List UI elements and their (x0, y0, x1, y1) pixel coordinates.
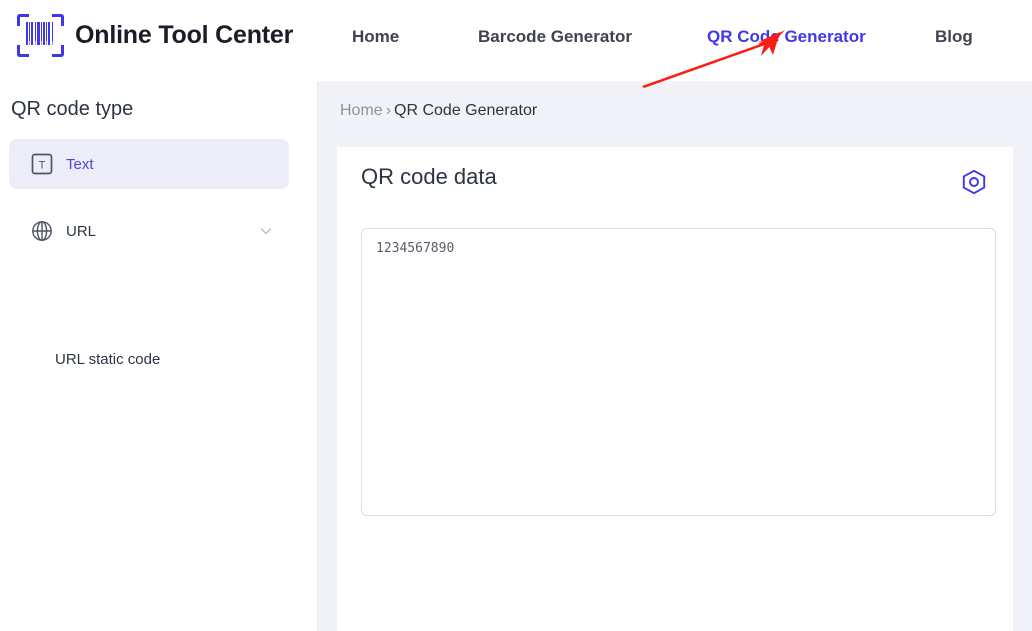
sidebar-item-text[interactable]: T Text (9, 139, 289, 189)
globe-icon (30, 219, 54, 243)
sidebar-item-url[interactable]: URL (9, 206, 289, 256)
qr-data-input[interactable] (361, 228, 996, 516)
sidebar-item-text-label: Text (66, 155, 94, 173)
barcode-scan-icon (17, 12, 64, 59)
card-title: QR code data (361, 164, 497, 189)
nav-item-qr-code-generator[interactable]: QR Code Generator (707, 27, 866, 47)
svg-text:T: T (39, 160, 46, 172)
content-area: Home › QR Code Generator QR code data (318, 81, 1032, 631)
text-box-icon: T (30, 152, 54, 176)
sidebar-subitem-url-static-code[interactable]: URL static code (55, 351, 160, 368)
sidebar-title: QR code type (11, 98, 134, 120)
breadcrumb-current: QR Code Generator (394, 102, 538, 119)
breadcrumb-home[interactable]: Home (340, 102, 383, 120)
brand-logo[interactable]: Online Tool Center (17, 12, 293, 59)
qr-type-sidebar: QR code type T Text URL URL static code (0, 81, 318, 631)
qr-data-card: QR code data (337, 147, 1013, 631)
nav-item-barcode-generator[interactable]: Barcode Generator (478, 27, 632, 47)
hexagon-target-icon[interactable] (959, 167, 989, 197)
nav-item-home[interactable]: Home (352, 27, 399, 47)
barcode-bars-icon (26, 22, 53, 45)
nav-item-blog[interactable]: Blog (935, 27, 973, 47)
site-header: Online Tool Center Home Barcode Generato… (0, 0, 1032, 81)
sidebar-item-url-label: URL (66, 222, 97, 240)
breadcrumb-separator-icon: › (385, 102, 392, 119)
main-navigation: Home Barcode Generator QR Code Generator… (330, 0, 1032, 81)
chevron-down-icon[interactable] (259, 224, 273, 238)
brand-name: Online Tool Center (75, 21, 294, 49)
breadcrumb: Home › QR Code Generator (340, 102, 537, 120)
